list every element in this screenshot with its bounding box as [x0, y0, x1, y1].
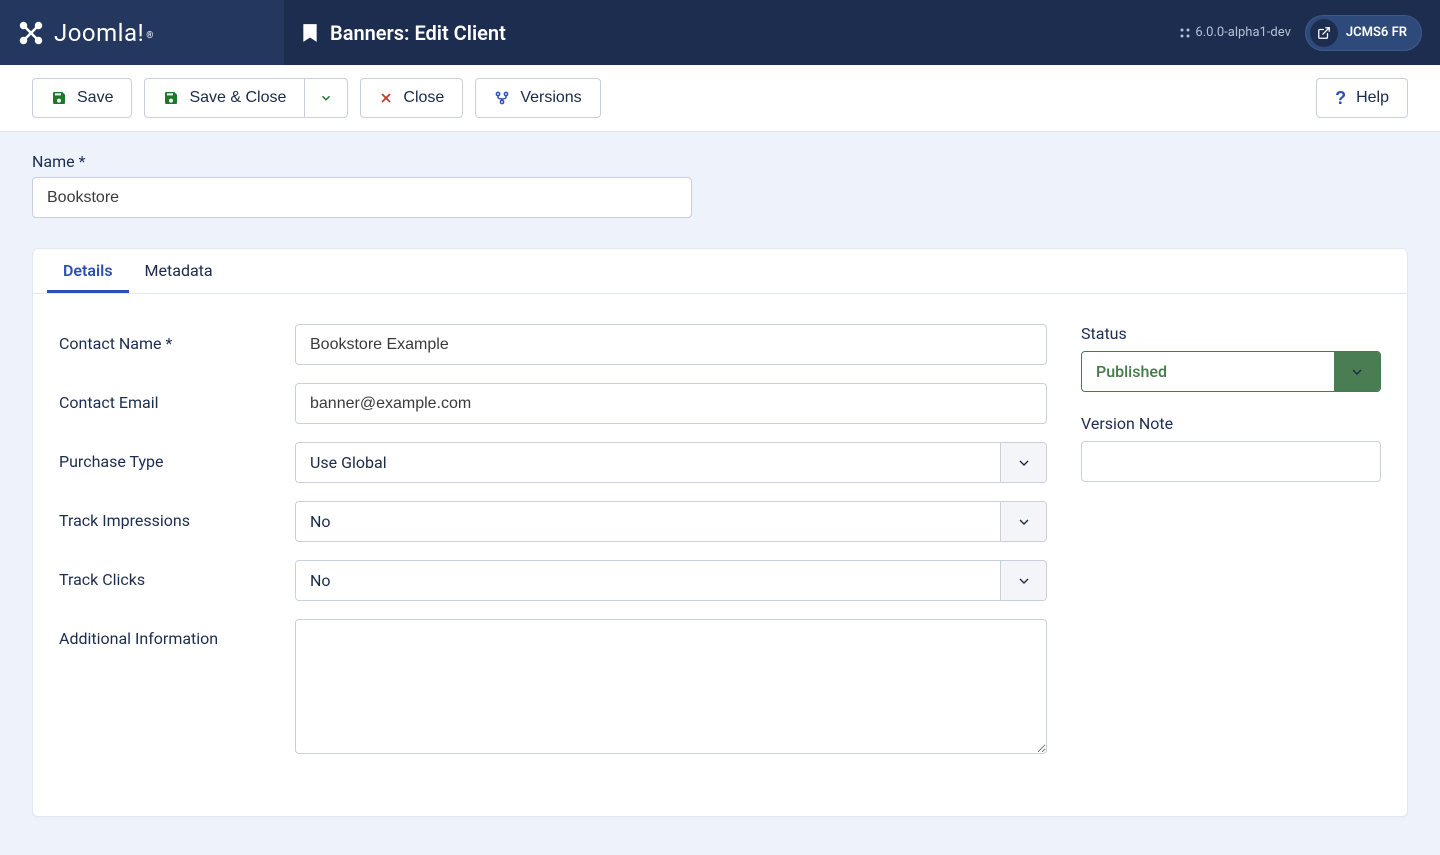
- additional-info-textarea[interactable]: [295, 619, 1047, 754]
- chevron-down-icon: [1334, 352, 1380, 391]
- track-clicks-label: Track Clicks: [59, 560, 295, 589]
- contact-name-input[interactable]: [295, 324, 1047, 365]
- save-close-button[interactable]: Save & Close: [144, 78, 305, 118]
- track-impressions-label: Track Impressions: [59, 501, 295, 530]
- purchase-type-value: Use Global: [296, 443, 1000, 482]
- header-right: 6.0.0-alpha1-dev JCMS6 FR: [1161, 0, 1440, 65]
- save-icon: [163, 90, 179, 106]
- help-button[interactable]: ? Help: [1316, 78, 1408, 118]
- save-close-dropdown[interactable]: [305, 78, 348, 118]
- name-input[interactable]: [32, 177, 692, 218]
- name-field: Name *: [32, 152, 1408, 218]
- contact-email-label: Contact Email: [59, 383, 295, 412]
- x-icon: [379, 91, 393, 105]
- save-icon: [51, 90, 67, 106]
- contact-email-input[interactable]: [295, 383, 1047, 424]
- chevron-down-icon: [319, 91, 333, 105]
- toolbar: Save Save & Close Close Versions ? Help: [0, 65, 1440, 132]
- version-note-input[interactable]: [1081, 441, 1381, 482]
- site-name: JCMS6 FR: [1346, 25, 1407, 40]
- bookmark-icon: [302, 23, 318, 43]
- version-text: 6.0.0-alpha1-dev: [1195, 25, 1290, 40]
- status-value: Published: [1082, 352, 1334, 391]
- status-select[interactable]: Published: [1081, 351, 1381, 392]
- chevron-down-icon: [1000, 561, 1046, 600]
- close-button[interactable]: Close: [360, 78, 463, 118]
- name-label: Name *: [32, 152, 1408, 171]
- save-button[interactable]: Save: [32, 78, 132, 118]
- purchase-type-label: Purchase Type: [59, 442, 295, 471]
- version-note-label: Version Note: [1081, 414, 1381, 433]
- track-impressions-value: No: [296, 502, 1000, 541]
- page-content: Name * Details Metadata Contact Name * C…: [0, 132, 1440, 837]
- logo-registered-mark: ®: [146, 31, 153, 41]
- page-title: Banners: Edit Client: [330, 21, 506, 45]
- title-cell: Banners: Edit Client: [284, 0, 1161, 65]
- tab-metadata[interactable]: Metadata: [129, 249, 229, 293]
- version-tag[interactable]: 6.0.0-alpha1-dev: [1179, 25, 1290, 40]
- versions-button[interactable]: Versions: [475, 78, 600, 118]
- external-link-icon: [1310, 19, 1338, 47]
- save-close-label: Save & Close: [189, 89, 286, 107]
- versions-label: Versions: [520, 89, 581, 107]
- edit-card: Details Metadata Contact Name * Contact …: [32, 248, 1408, 817]
- additional-info-label: Additional Information: [59, 619, 295, 648]
- site-link-pill[interactable]: JCMS6 FR: [1305, 15, 1422, 51]
- help-label: Help: [1356, 89, 1389, 107]
- track-clicks-select[interactable]: No: [295, 560, 1047, 601]
- chevron-down-icon: [1000, 443, 1046, 482]
- contact-name-label: Contact Name *: [59, 324, 295, 353]
- save-label: Save: [77, 89, 113, 107]
- branch-icon: [494, 90, 510, 106]
- tabs: Details Metadata: [33, 249, 1407, 294]
- help-icon: ?: [1335, 89, 1346, 107]
- joomla-mini-icon: [1179, 27, 1191, 39]
- close-label: Close: [403, 89, 444, 107]
- header-bar: Joomla! ® Banners: Edit Client 6.0.0-alp…: [0, 0, 1440, 65]
- save-close-group: Save & Close: [144, 78, 348, 118]
- logo-text: Joomla!: [54, 19, 144, 47]
- purchase-type-select[interactable]: Use Global: [295, 442, 1047, 483]
- track-impressions-select[interactable]: No: [295, 501, 1047, 542]
- chevron-down-icon: [1000, 502, 1046, 541]
- track-clicks-value: No: [296, 561, 1000, 600]
- logo-cell[interactable]: Joomla! ®: [0, 0, 284, 65]
- tab-details[interactable]: Details: [47, 249, 129, 293]
- joomla-logo-icon: [16, 18, 46, 48]
- status-label: Status: [1081, 324, 1381, 343]
